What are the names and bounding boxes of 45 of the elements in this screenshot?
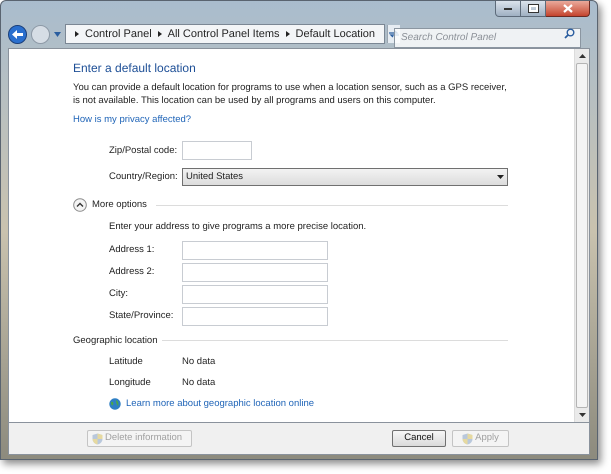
action-button[interactable]: Cancel — [392, 430, 446, 447]
breadcrumb-item[interactable]: All Control Panel Items — [168, 26, 280, 42]
zip-code-field[interactable] — [182, 141, 252, 160]
maximize-button[interactable] — [521, 1, 546, 17]
close-icon — [562, 4, 572, 13]
scrollbar[interactable] — [574, 49, 589, 422]
shield-icon — [92, 432, 103, 444]
hint-text: Enter your address to give programs a more precise location. — [109, 220, 368, 234]
field-label: Address 1: — [109, 243, 156, 258]
learn-more-link[interactable]: Learn more about geographic location online — [126, 397, 314, 412]
section-heading: Geographic location — [73, 334, 158, 348]
country-dropdown[interactable]: United States — [182, 168, 508, 186]
chevron-button-icon[interactable] — [73, 198, 87, 212]
close-button[interactable] — [546, 1, 590, 17]
breadcrumb-item[interactable]: Default Location — [296, 26, 376, 42]
search-icon[interactable] — [564, 28, 575, 39]
field-label: Longitude — [109, 376, 152, 390]
text-field[interactable] — [182, 262, 328, 282]
minimize-button[interactable] — [495, 1, 521, 17]
page-heading: Enter a default location — [73, 61, 197, 76]
field-label: Zip/Postal code: — [109, 144, 178, 158]
field-value: No data — [182, 354, 216, 369]
globe-icon — [109, 398, 121, 410]
section-toggle[interactable]: More options — [92, 198, 147, 212]
field-label: City: — [109, 287, 129, 302]
field-value: No data — [182, 376, 216, 390]
chevron-icon[interactable] — [286, 31, 290, 37]
text-field[interactable] — [182, 240, 328, 260]
shield-icon — [462, 432, 474, 444]
description: You can provide a default location for programs to use when a location sensor, such as a GPS receiver, is not available. This location can be used by all programs and users on this computer. — [73, 81, 508, 107]
field-label: Latitude — [109, 354, 144, 369]
breadcrumb-item[interactable]: Control Panel — [85, 26, 152, 42]
scroll-up-icon[interactable] — [578, 54, 586, 58]
search-field[interactable]: Search Control Panel — [394, 28, 581, 48]
back-icon[interactable] — [8, 24, 27, 44]
text-field[interactable] — [182, 306, 328, 326]
privacy-link[interactable]: How is my privacy affected? — [73, 113, 192, 128]
chevron-icon[interactable] — [158, 31, 162, 37]
text-field[interactable] — [182, 284, 328, 304]
scroll-down-icon[interactable] — [578, 413, 586, 417]
chevron-icon[interactable] — [75, 31, 79, 37]
dropdown-icon[interactable] — [497, 175, 504, 180]
field-label: Address 2: — [109, 265, 156, 280]
field-label: State/Province: — [109, 309, 174, 324]
field-label: Country/Region: — [109, 170, 178, 184]
